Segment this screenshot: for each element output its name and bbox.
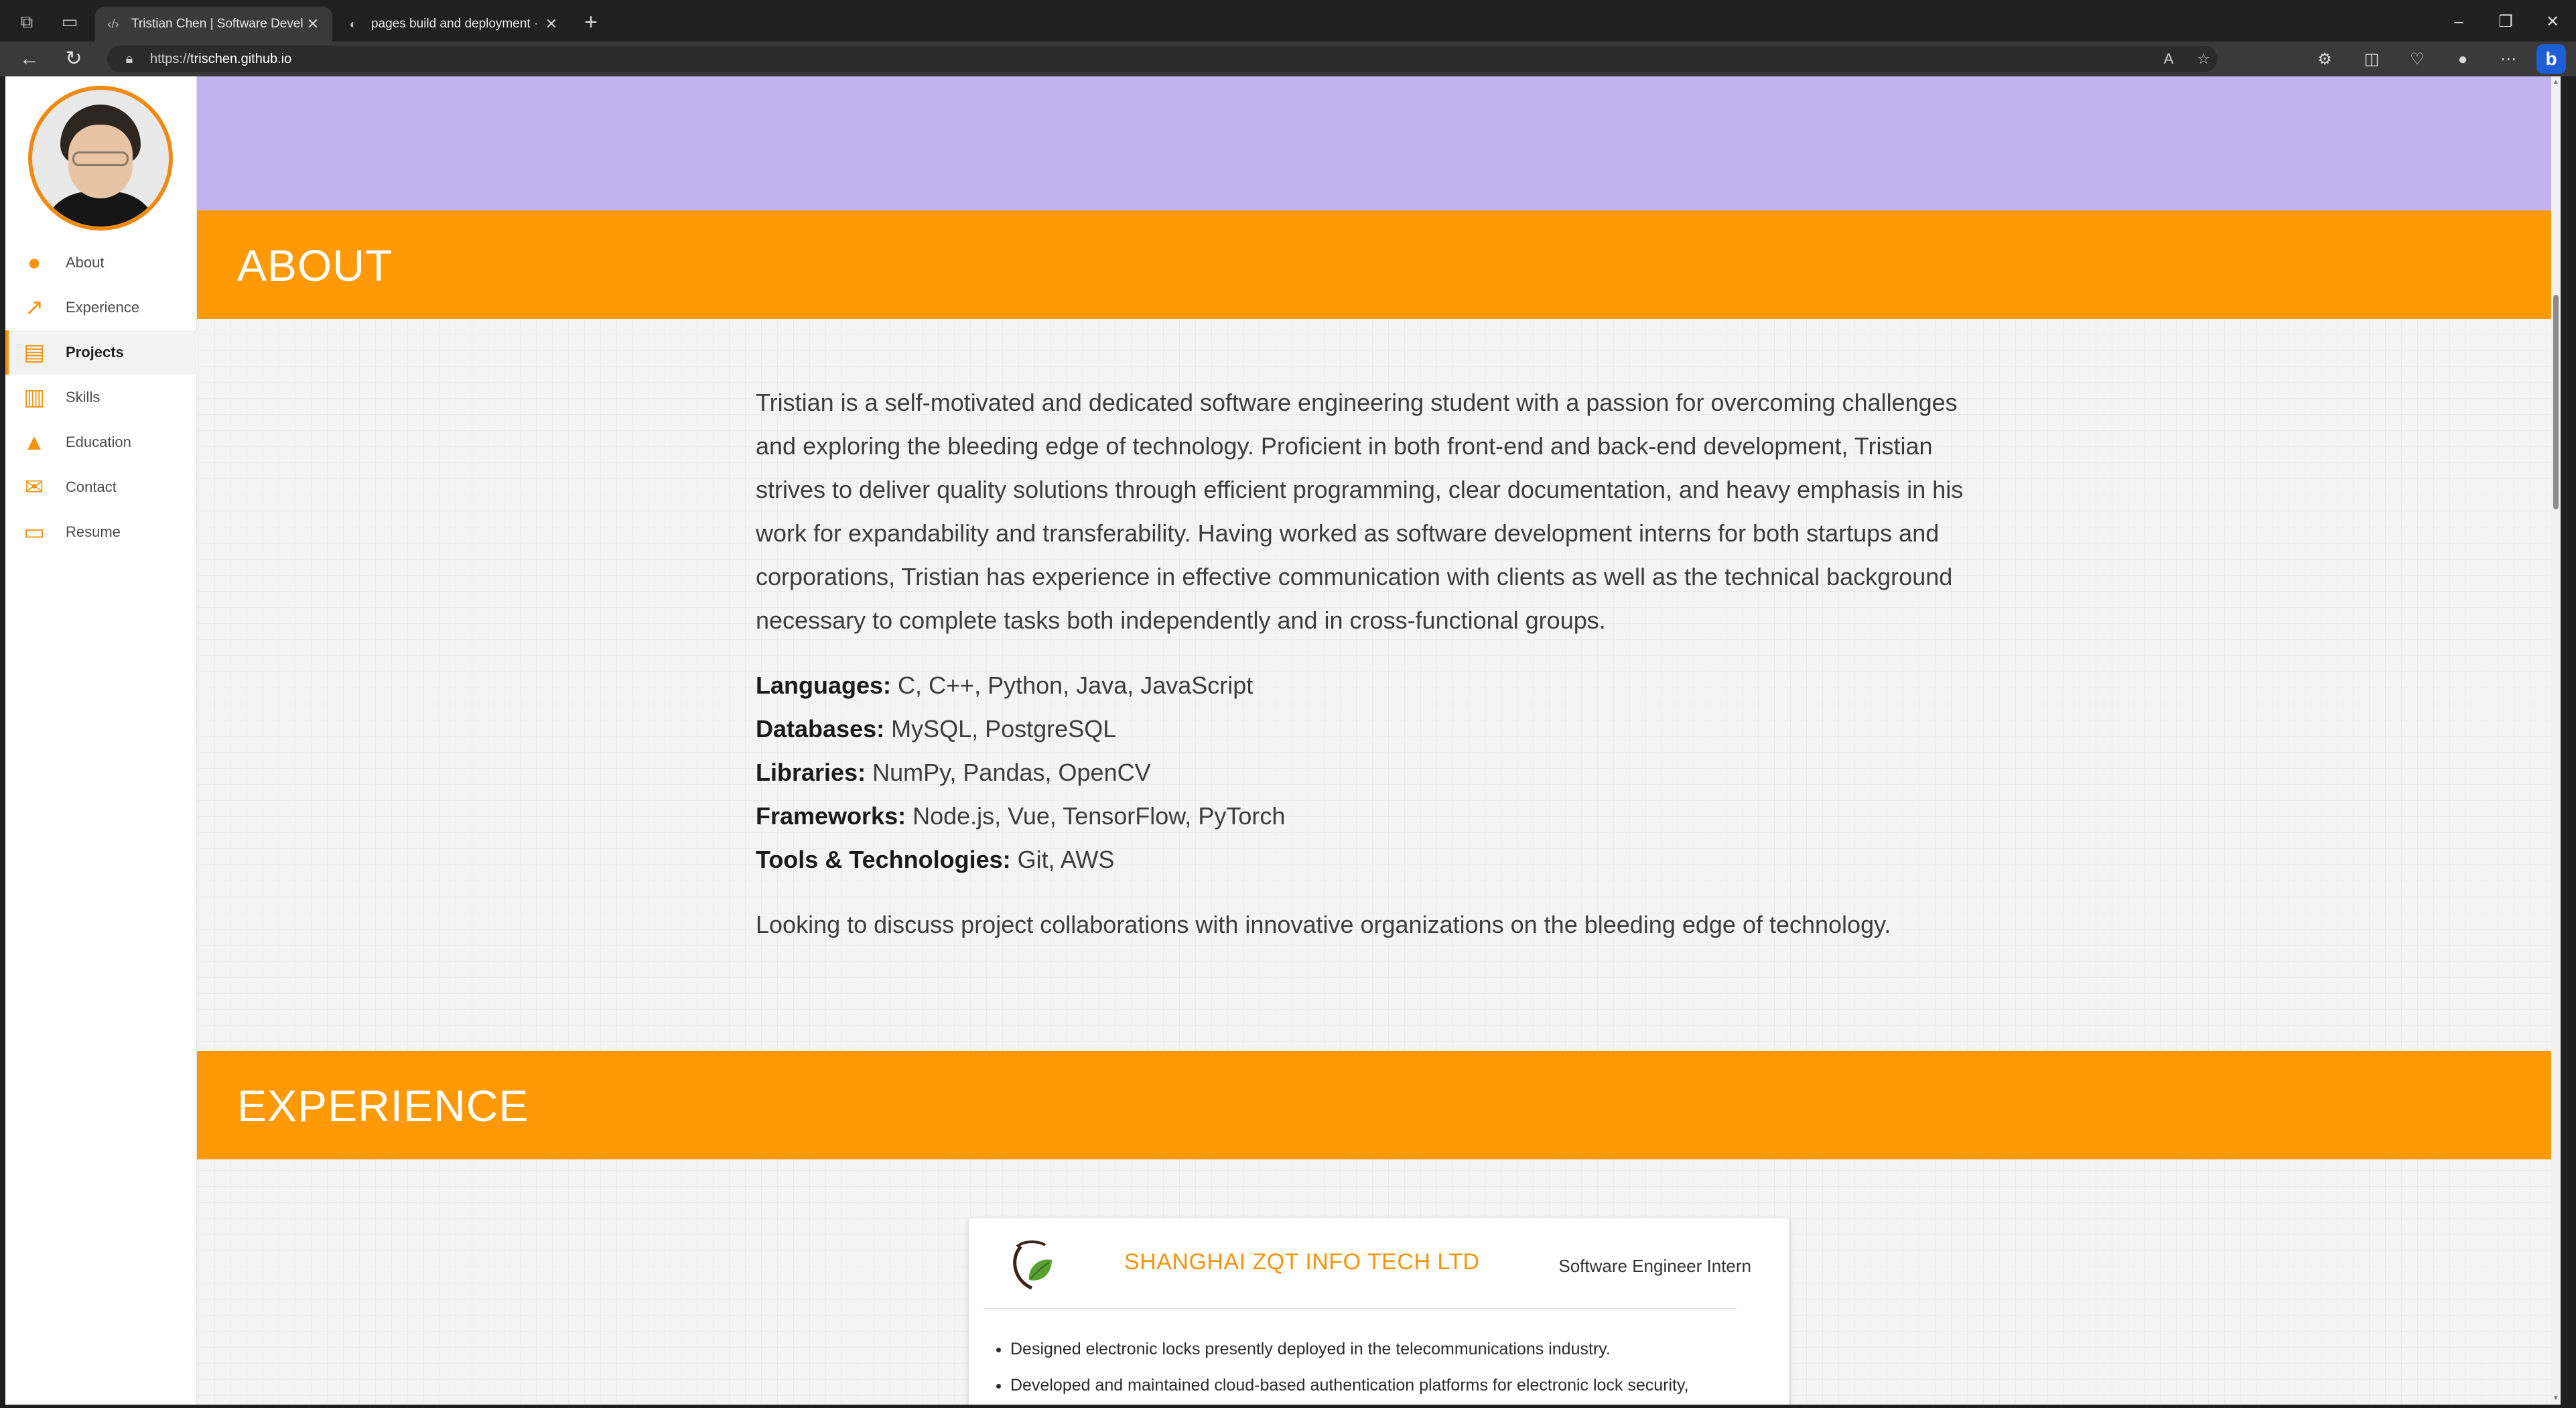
responsibilities-list: Designed electronic locks presently depl…	[1010, 1331, 1767, 1403]
sidebar-item-resume[interactable]: ▭ Resume	[5, 510, 197, 554]
list-item: Designed electronic locks presently depl…	[1010, 1331, 1767, 1367]
back-icon[interactable]: ←	[16, 47, 43, 71]
experience-card: SHANGHAI ZQT INFO TECH LTD Software Engi…	[969, 1218, 1789, 1405]
company-logo	[1013, 1240, 1052, 1290]
url-text[interactable]: https://trischen.github.io	[150, 46, 291, 72]
divider	[984, 1308, 1737, 1309]
sidebar-item-label: About	[66, 254, 105, 271]
lock-icon[interactable]: 🔒︎	[119, 48, 139, 70]
tab-title: Tristian Chen | Software Develop	[131, 17, 303, 31]
sidebar-item-label: Skills	[66, 389, 100, 405]
scroll-down-icon[interactable]: ▼	[2551, 1393, 2561, 1405]
extensions-icon[interactable]: ⚙	[2311, 48, 2338, 71]
close-tab-icon[interactable]: ✕	[541, 14, 561, 34]
sidebar-item-label: Projects	[66, 344, 124, 361]
address-bar[interactable]: 🔒︎ https://trischen.github.io A ☆	[107, 46, 2218, 72]
active-indicator	[5, 330, 9, 375]
tab-actions-icon[interactable]: ▭	[58, 9, 82, 34]
skills-line-frameworks: Frameworks: Node.js, Vue, TensorFlow, Py…	[756, 802, 1286, 830]
sidebar-item-contact[interactable]: ✉ Contact	[5, 465, 197, 509]
folder-icon: ▭	[23, 519, 46, 545]
page-scrollbar[interactable]: ▲ ▼	[2551, 76, 2561, 1405]
skills-summary: Languages: C, C++, Python, Java, JavaScr…	[756, 663, 1982, 881]
about-section-header: ABOUT	[197, 210, 2559, 319]
page-viewport: ● About ↗ Experience ▤ Projects ▥ Skills…	[5, 76, 2561, 1405]
skills-line-databases: Databases: MySQL, PostgreSQL	[756, 715, 1117, 743]
minimize-button[interactable]: –	[2439, 7, 2479, 38]
workspaces-icon[interactable]: ⧉	[15, 9, 39, 34]
mail-icon: ✉	[24, 474, 44, 500]
restore-button[interactable]: ❐	[2486, 7, 2526, 38]
code-icon: ‹/›	[107, 17, 119, 31]
refresh-icon[interactable]: ↻	[60, 47, 87, 71]
sidebar-item-projects[interactable]: ▤ Projects	[5, 330, 197, 375]
section-title: ABOUT	[237, 241, 393, 290]
list-item: Developed and maintained cloud-based aut…	[1010, 1367, 1767, 1403]
collections-icon[interactable]: ♡	[2404, 48, 2431, 71]
split-screen-icon[interactable]: ◫	[2358, 48, 2385, 71]
about-paragraph: Tristian is a self-motivated and dedicat…	[756, 389, 1964, 634]
copilot-icon[interactable]: b	[2536, 44, 2566, 74]
browser-tab-strip: ⧉ ▭ ‹/› Tristian Chen | Software Develop…	[0, 0, 2576, 42]
avatar	[28, 86, 173, 231]
person-icon: ●	[27, 250, 42, 275]
sidebar-item-about[interactable]: ● About	[5, 241, 197, 285]
scrollbar-thumb[interactable]	[2553, 295, 2559, 509]
sidebar-nav: ● About ↗ Experience ▤ Projects ▥ Skills…	[5, 76, 197, 1405]
favorite-star-icon[interactable]: ☆	[2192, 48, 2215, 70]
close-window-button[interactable]: ✕	[2532, 7, 2573, 38]
job-title: Software Engineer Intern	[1558, 1256, 1751, 1276]
more-menu-icon[interactable]: ⋯	[2495, 48, 2522, 71]
skills-line-libraries: Libraries: NumPy, Pandas, OpenCV	[756, 759, 1151, 786]
close-tab-icon[interactable]: ✕	[303, 14, 323, 34]
scroll-up-icon[interactable]: ▲	[2551, 76, 2561, 88]
experience-section-header: EXPERIENCE	[197, 1051, 2559, 1159]
sidebar-item-skills[interactable]: ▥ Skills	[5, 375, 197, 420]
skills-line-languages: Languages: C, C++, Python, Java, JavaScr…	[756, 671, 1253, 699]
about-section: Tristian is a self-motivated and dedicat…	[756, 381, 1982, 946]
section-title: EXPERIENCE	[237, 1081, 529, 1131]
github-icon: ◐	[349, 17, 357, 31]
new-tab-button[interactable]: +	[578, 9, 604, 36]
about-closing: Looking to discuss project collaboration…	[756, 911, 1891, 938]
sidebar-item-label: Resume	[66, 523, 121, 540]
trending-up-icon: ↗	[24, 295, 44, 320]
tab-pages-build[interactable]: ◐ pages build and deployment · Tr ✕	[335, 7, 571, 42]
hero-banner	[197, 76, 2559, 210]
sidebar-item-label: Experience	[66, 299, 140, 316]
sidebar-item-education[interactable]: ▲ Education	[5, 420, 197, 464]
read-aloud-icon[interactable]: A	[2157, 48, 2180, 70]
tab-portfolio[interactable]: ‹/› Tristian Chen | Software Develop ✕	[95, 7, 332, 42]
company-name: SHANGHAI ZQT INFO TECH LTD	[1124, 1249, 1480, 1275]
tab-title: pages build and deployment · Tr	[371, 17, 541, 31]
sidebar-item-experience[interactable]: ↗ Experience	[5, 285, 197, 330]
browser-toolbar: ← ↻ 🔒︎ https://trischen.github.io A ☆ ⚙ …	[0, 42, 2576, 76]
bar-chart-icon: ▥	[23, 385, 46, 410]
sidebar-item-label: Education	[66, 434, 131, 450]
profile-icon[interactable]: ●	[2449, 48, 2476, 71]
skills-line-tools: Tools & Technologies: Git, AWS	[756, 846, 1115, 873]
main-content: ABOUT Tristian is a self-motivated and d…	[197, 76, 2559, 1405]
library-books-icon: ▤	[23, 340, 46, 365]
sidebar-item-label: Contact	[66, 478, 117, 495]
graduation-cap-icon: ▲	[23, 430, 46, 455]
